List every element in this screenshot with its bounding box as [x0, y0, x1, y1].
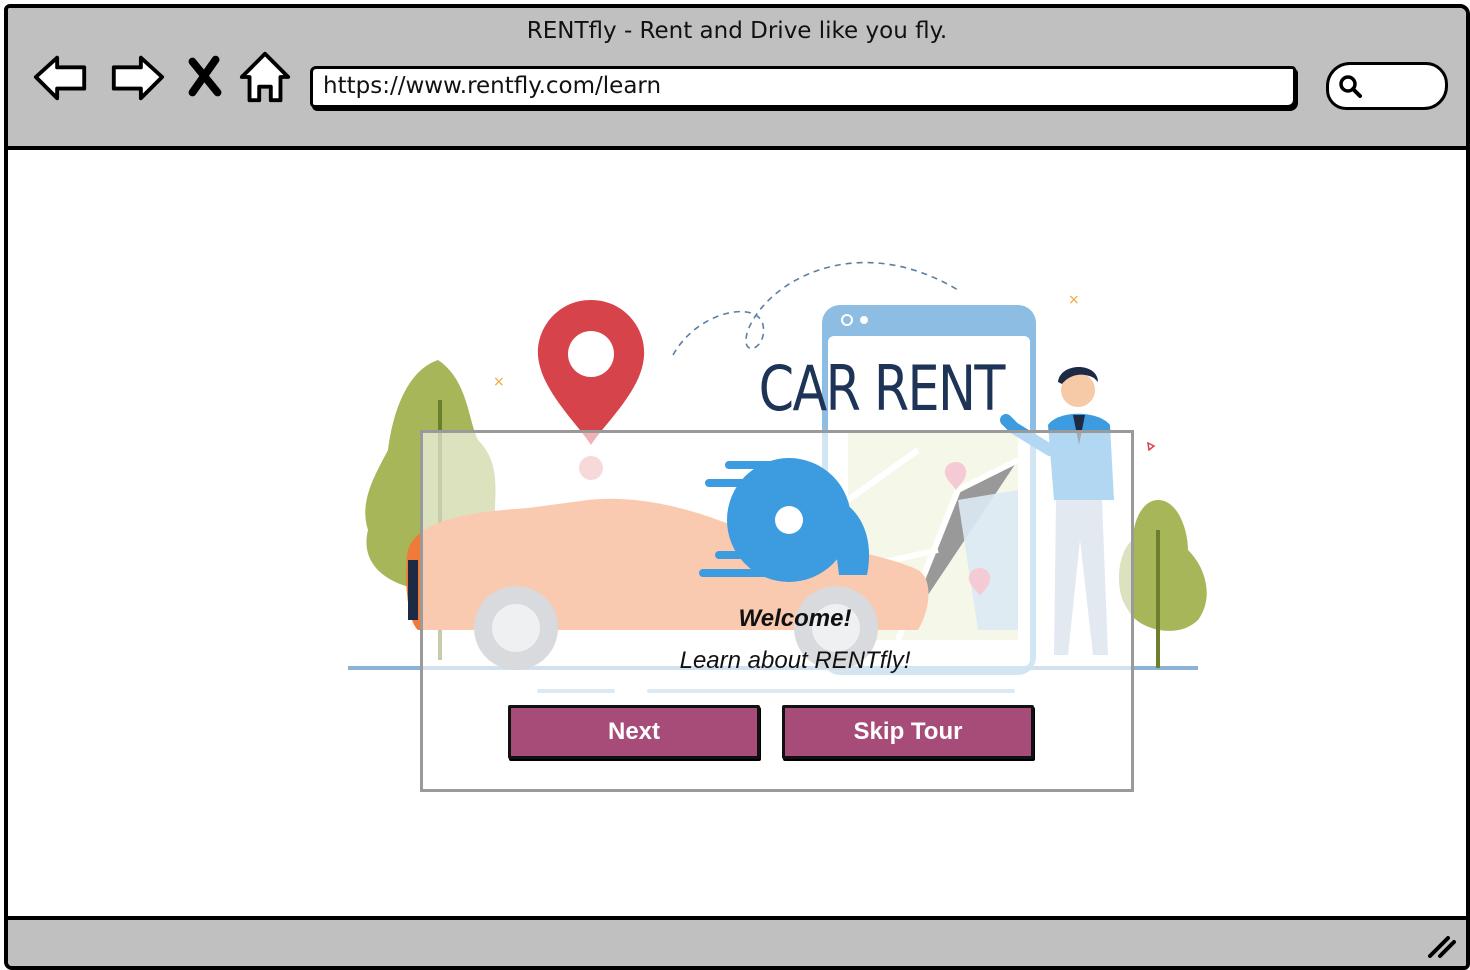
- close-icon: [188, 55, 222, 97]
- arrow-right-icon: [111, 55, 165, 101]
- address-url: https://www.rentfly.com/learn: [323, 73, 662, 99]
- forward-button[interactable]: [108, 48, 166, 106]
- next-button[interactable]: Next: [508, 705, 760, 759]
- home-icon: [239, 51, 291, 103]
- svg-text:×: ×: [1068, 292, 1080, 308]
- skip-tour-button[interactable]: Skip Tour: [782, 705, 1034, 759]
- modal-welcome-heading: Welcome!: [738, 605, 852, 632]
- modal-divider: [647, 689, 1015, 693]
- status-bar: [8, 916, 1466, 966]
- modal-divider: [537, 689, 615, 693]
- browser-toolbar: RENTfly - Rent and Drive like you fly. h…: [8, 8, 1466, 150]
- arrow-left-icon: [33, 55, 87, 101]
- window-title: RENTfly - Rent and Drive like you fly.: [526, 18, 948, 44]
- stop-button[interactable]: [180, 48, 230, 106]
- address-bar[interactable]: https://www.rentfly.com/learn: [310, 66, 1296, 108]
- welcome-tour-modal: Welcome! Learn about RENTfly! Next Skip …: [420, 430, 1134, 792]
- rentfly-logo-icon: [699, 458, 870, 582]
- search-box[interactable]: [1326, 62, 1448, 110]
- svg-text:×: ×: [493, 374, 505, 390]
- back-button[interactable]: [32, 48, 90, 106]
- resize-grip-icon[interactable]: [1426, 928, 1458, 960]
- home-button[interactable]: [236, 48, 294, 106]
- modal-subtitle: Learn about RENTfly!: [679, 647, 911, 674]
- sign-text: CAR RENT: [759, 353, 1006, 425]
- search-icon: [1339, 75, 1362, 98]
